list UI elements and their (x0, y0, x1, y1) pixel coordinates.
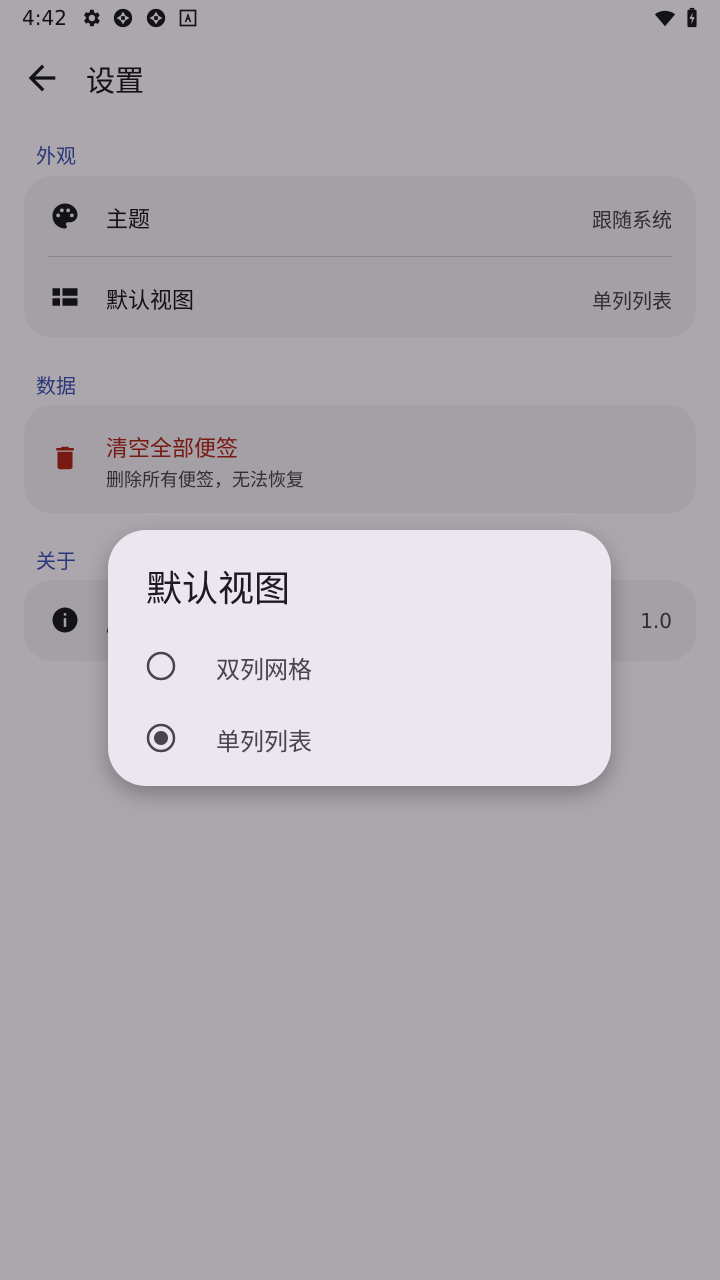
radio-unselected-icon[interactable] (146, 651, 176, 681)
option-label: 单列列表 (216, 728, 312, 756)
dialog-title: 默认视图 (146, 569, 291, 610)
default-view-dialog: 默认视图 双列网格 单列列表 (108, 530, 611, 786)
option-single-column-list[interactable]: 单列列表 (108, 702, 611, 774)
option-label: 双列网格 (216, 656, 312, 684)
option-two-column-grid[interactable]: 双列网格 (108, 630, 611, 702)
radio-selected-icon[interactable] (146, 723, 176, 753)
